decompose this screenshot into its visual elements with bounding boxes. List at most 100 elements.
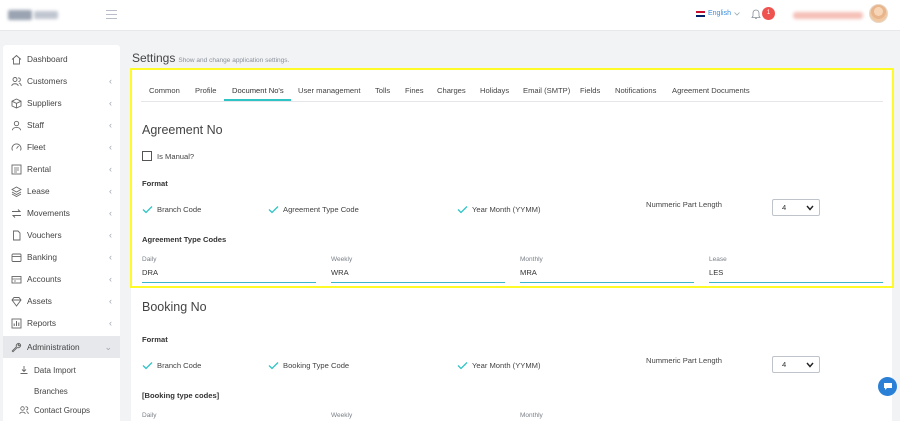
top-bar: English 1 bbox=[0, 0, 900, 31]
sidebar-item-accounts[interactable]: Accounts ‹ bbox=[3, 268, 120, 290]
tab-notifications[interactable]: Notifications bbox=[615, 86, 656, 95]
check-icon bbox=[142, 206, 153, 214]
weekly-code-field[interactable]: Weekly WRA bbox=[331, 256, 505, 283]
sidebar-item-label: Suppliers bbox=[27, 98, 62, 108]
tab-tolls[interactable]: Tolls bbox=[375, 86, 390, 95]
is-manual-checkbox[interactable] bbox=[142, 151, 152, 161]
group-icon bbox=[19, 406, 29, 415]
sidebar-item-label: Staff bbox=[27, 120, 44, 130]
check-icon bbox=[268, 362, 279, 370]
tab-common[interactable]: Common bbox=[149, 86, 180, 95]
tab-profile[interactable]: Profile bbox=[195, 86, 217, 95]
tab-fields[interactable]: Fields bbox=[580, 86, 600, 95]
booking-numeric-part-length-select[interactable]: 4 bbox=[772, 356, 820, 373]
chat-icon bbox=[883, 383, 892, 390]
sidebar-item-dashboard[interactable]: Dashboard bbox=[3, 48, 120, 70]
page-title: Settings Show and change application sett… bbox=[132, 51, 289, 65]
booking-format-year-month[interactable]: Year Month (YYMM) bbox=[457, 361, 541, 370]
sidebar-subitem-branches[interactable]: Branches bbox=[3, 382, 120, 400]
monthly-code-field[interactable]: Monthly MRA bbox=[520, 256, 694, 283]
format-branch-code[interactable]: Branch Code bbox=[142, 205, 201, 214]
agreement-type-codes-label: Agreement Type Codes bbox=[142, 235, 227, 244]
sidebar-item-suppliers[interactable]: Suppliers ‹ bbox=[3, 92, 120, 114]
sidebar-item-lease[interactable]: Lease ‹ bbox=[3, 180, 120, 202]
numeric-part-length-value: 4 bbox=[782, 203, 787, 212]
sidebar-subitem-label: Contact Groups bbox=[34, 405, 91, 415]
booking-format-label: Format bbox=[142, 335, 168, 344]
sidebar-item-fleet[interactable]: Fleet ‹ bbox=[3, 136, 120, 158]
is-manual-label: Is Manual? bbox=[157, 152, 195, 161]
sidebar-item-label: Lease bbox=[27, 186, 50, 196]
sidebar-item-banking[interactable]: Banking ‹ bbox=[3, 246, 120, 268]
layers-icon bbox=[11, 186, 22, 197]
import-icon bbox=[20, 366, 28, 374]
weekly-code-value: WRA bbox=[331, 268, 349, 277]
user-name[interactable] bbox=[793, 12, 863, 19]
format-item-label: Year Month (YYMM) bbox=[472, 205, 541, 214]
users-icon bbox=[11, 76, 22, 86]
sidebar: Dashboard Customers ‹ Suppliers ‹ Staff … bbox=[3, 45, 120, 421]
notification-badge[interactable]: 1 bbox=[762, 7, 775, 20]
user-avatar[interactable] bbox=[869, 4, 888, 23]
lease-code-field[interactable]: Lease LES bbox=[709, 256, 883, 283]
format-item-label: Agreement Type Code bbox=[283, 205, 359, 214]
sidebar-item-movements[interactable]: Movements ‹ bbox=[3, 202, 120, 224]
tab-charges[interactable]: Charges bbox=[437, 86, 466, 95]
company-logo[interactable] bbox=[8, 8, 64, 22]
sidebar-item-vouchers[interactable]: Vouchers ‹ bbox=[3, 224, 120, 246]
sidebar-item-customers[interactable]: Customers ‹ bbox=[3, 70, 120, 92]
chevron-left-icon: ‹ bbox=[109, 186, 112, 196]
chevron-left-icon: ‹ bbox=[109, 120, 112, 130]
chevron-down-icon bbox=[806, 362, 814, 368]
lease-code-value: LES bbox=[709, 268, 724, 277]
sidebar-subitem-data-import[interactable]: Data Import bbox=[3, 361, 120, 379]
bell-icon[interactable] bbox=[751, 9, 761, 20]
sidebar-item-reports[interactable]: Reports ‹ bbox=[3, 312, 120, 334]
chevron-left-icon: ‹ bbox=[109, 142, 112, 152]
agreement-no-title: Agreement No bbox=[142, 123, 223, 137]
booking-numeric-part-length-value: 4 bbox=[782, 360, 787, 369]
sidebar-item-staff[interactable]: Staff ‹ bbox=[3, 114, 120, 136]
chevron-left-icon: ‹ bbox=[109, 252, 112, 262]
language-selector[interactable]: English bbox=[696, 10, 740, 17]
chat-button[interactable] bbox=[878, 377, 897, 396]
chevron-left-icon: ‹ bbox=[109, 164, 112, 174]
file-icon bbox=[13, 230, 21, 240]
tab-holidays[interactable]: Holidays bbox=[480, 86, 509, 95]
chevron-left-icon: ‹ bbox=[109, 208, 112, 218]
wrench-icon bbox=[11, 342, 22, 352]
numeric-part-length-select[interactable]: 4 bbox=[772, 199, 820, 216]
bank-icon bbox=[11, 253, 22, 262]
sidebar-item-label: Accounts bbox=[27, 274, 62, 284]
booking-format-type-code[interactable]: Booking Type Code bbox=[268, 361, 349, 370]
booking-format-branch-code[interactable]: Branch Code bbox=[142, 361, 201, 370]
chevron-left-icon: ‹ bbox=[109, 274, 112, 284]
monthly-code-label: Monthly bbox=[520, 256, 543, 263]
format-year-month[interactable]: Year Month (YYMM) bbox=[457, 205, 541, 214]
numeric-part-length-label: Nummeric Part Length bbox=[646, 200, 722, 209]
tab-document-nos[interactable]: Document No's bbox=[232, 86, 284, 95]
format-item-label: Branch Code bbox=[157, 361, 202, 370]
tab-email-smtp[interactable]: Email (SMTP) bbox=[523, 86, 570, 95]
format-agreement-type-code[interactable]: Agreement Type Code bbox=[268, 205, 359, 214]
sidebar-item-assets[interactable]: Assets ‹ bbox=[3, 290, 120, 312]
menu-toggle-icon[interactable] bbox=[106, 10, 117, 19]
page-subtitle: Show and change application settings. bbox=[178, 57, 290, 64]
tab-user-management[interactable]: User management bbox=[298, 86, 360, 95]
tab-fines[interactable]: Fines bbox=[405, 86, 424, 95]
wallet-icon bbox=[11, 275, 22, 283]
booking-numeric-part-length-label: Nummeric Part Length bbox=[646, 356, 722, 365]
booking-daily-code-label: Daily bbox=[142, 412, 157, 419]
daily-code-field[interactable]: Daily DRA bbox=[142, 256, 316, 283]
sidebar-item-label: Rental bbox=[27, 164, 51, 174]
booking-monthly-code-label: Monthly bbox=[520, 412, 543, 419]
booking-weekly-code-label: Weekly bbox=[331, 412, 353, 419]
active-tab-indicator bbox=[224, 99, 291, 101]
sidebar-item-administration[interactable]: Administration ⌄ bbox=[3, 336, 120, 358]
sidebar-item-label: Vouchers bbox=[27, 230, 62, 240]
chevron-left-icon: ‹ bbox=[109, 318, 112, 328]
sidebar-item-rental[interactable]: Rental ‹ bbox=[3, 158, 120, 180]
sidebar-subitem-contact-groups[interactable]: Contact Groups bbox=[3, 401, 120, 419]
tab-agreement-documents[interactable]: Agreement Documents bbox=[672, 86, 750, 95]
sidebar-item-label: Fleet bbox=[27, 142, 46, 152]
